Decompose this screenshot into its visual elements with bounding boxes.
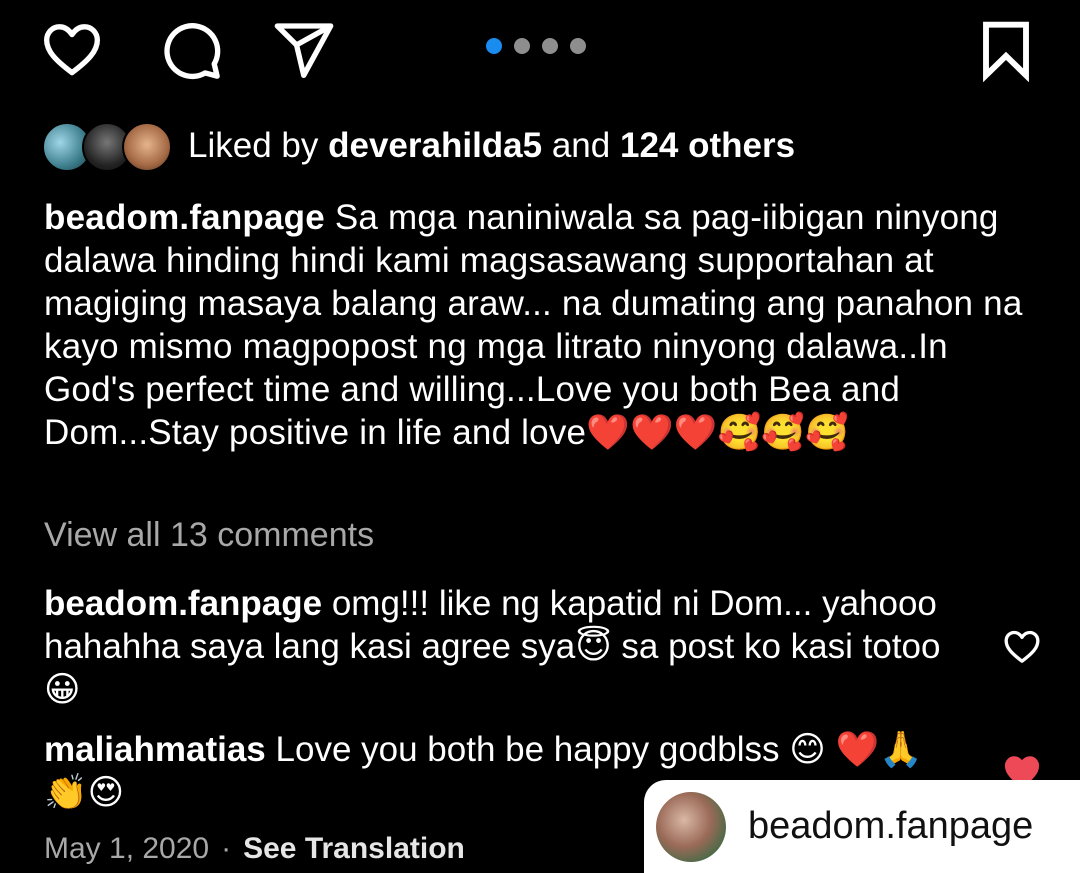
comment-username[interactable]: beadom.fanpage (44, 584, 322, 623)
carousel-dot (570, 38, 586, 54)
liker-avatars (42, 120, 172, 172)
carousel-dot (542, 38, 558, 54)
bookmark-icon (983, 21, 1029, 82)
comment-icon (164, 23, 221, 80)
comment-like-icon[interactable] (1000, 627, 1044, 667)
likes-prefix: Liked by (188, 126, 319, 165)
like-button[interactable] (36, 14, 108, 86)
share-icon (274, 23, 334, 78)
repost-avatar (656, 791, 726, 862)
liker-username[interactable]: deverahilda5 (328, 126, 542, 166)
heart-icon (44, 24, 100, 76)
share-button[interactable] (268, 14, 340, 86)
post-meta: May 1, 2020 · See Translation (44, 832, 465, 866)
comment-username[interactable]: maliahmatias (44, 730, 266, 769)
meta-separator: · (221, 832, 232, 865)
save-button[interactable] (970, 14, 1042, 86)
repost-attribution[interactable]: beadom.fanpage (644, 780, 1080, 873)
likes-summary[interactable]: Liked by deverahilda5 and 124 others (42, 120, 795, 172)
comment-button[interactable] (155, 14, 227, 86)
likes-and: and (551, 126, 611, 165)
see-translation-link[interactable]: See Translation (243, 832, 465, 866)
post-date: May 1, 2020 (44, 832, 210, 865)
view-all-comments-link[interactable]: View all 13 comments (44, 516, 374, 555)
carousel-indicator (486, 38, 586, 54)
carousel-dot-active (486, 38, 502, 54)
post-action-bar (0, 0, 1080, 110)
post-caption: beadom.fanpage Sa mga naniniwala sa pag-… (44, 196, 1044, 454)
avatar (122, 122, 172, 172)
repost-username: beadom.fanpage (748, 805, 1034, 847)
caption-username[interactable]: beadom.fanpage (44, 198, 325, 237)
likes-others-count[interactable]: 124 others (620, 126, 795, 166)
carousel-dot (514, 38, 530, 54)
comment-item: beadom.fanpage omg!!! like ng kapatid ni… (44, 582, 944, 711)
